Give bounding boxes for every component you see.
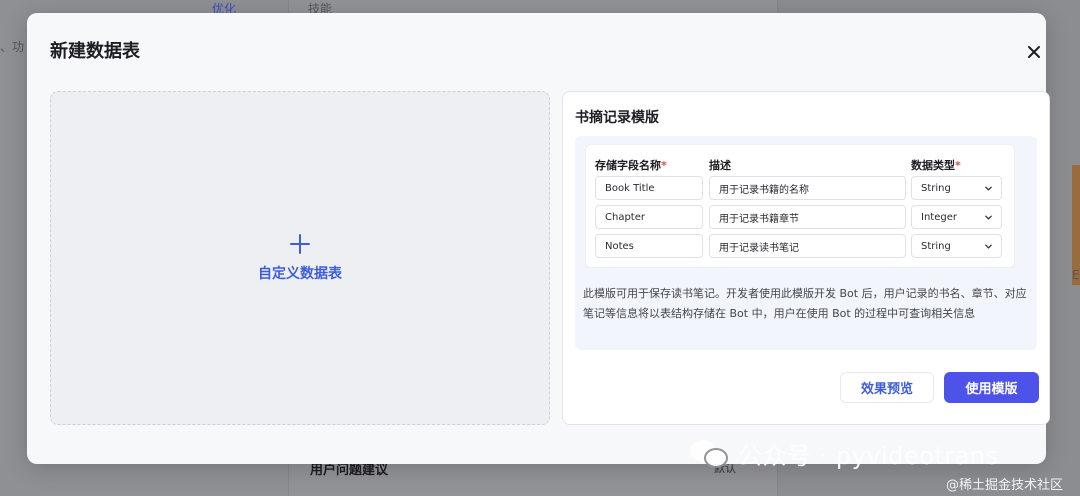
- field-name-input[interactable]: Book Title: [595, 176, 703, 200]
- chevron-down-icon: [984, 184, 993, 193]
- field-description-input[interactable]: 用于记录书籍的名称: [709, 176, 906, 200]
- backdrop-right-fragment: E: [1072, 268, 1080, 282]
- chevron-down-icon: [984, 242, 993, 251]
- column-header-type: 数据类型*: [911, 159, 961, 172]
- field-name-input[interactable]: Chapter: [595, 205, 703, 229]
- modal-title: 新建数据表: [50, 41, 140, 62]
- field-description-input[interactable]: 用于记录书籍章节: [709, 205, 906, 229]
- required-mark: *: [955, 159, 961, 172]
- close-button[interactable]: [1025, 43, 1043, 61]
- use-template-button[interactable]: 使用模版: [944, 372, 1039, 403]
- template-title: 书摘记录模版: [575, 110, 659, 126]
- watermark-sub: @稀土掘金技术社区: [946, 478, 1064, 493]
- field-description-input[interactable]: 用于记录读书笔记: [709, 234, 906, 258]
- column-header-name: 存储字段名称*: [595, 159, 667, 172]
- field-type-select[interactable]: String: [911, 234, 1002, 258]
- watermark: 公众号 · pyvideotrans: [690, 436, 999, 471]
- fields-table: 存储字段名称* 描述 数据类型* Book Title 用于记录书籍的名称 St…: [585, 144, 1015, 268]
- custom-table-label: 自定义数据表: [258, 266, 342, 282]
- close-icon: [1028, 46, 1040, 58]
- backdrop-left-fragment: 、功: [0, 40, 25, 54]
- custom-table-card[interactable]: 自定义数据表: [50, 91, 550, 425]
- template-preview: 存储字段名称* 描述 数据类型* Book Title 用于记录书籍的名称 St…: [575, 136, 1037, 350]
- backdrop-accent-strip: [1072, 165, 1080, 285]
- field-type-select[interactable]: Integer: [911, 205, 1002, 229]
- table-row: Book Title 用于记录书籍的名称 String: [586, 176, 1014, 200]
- template-description: 此模版可用于保存读书笔记。开发者使用此模版开发 Bot 后，用户记录的书名、章节…: [583, 287, 1027, 320]
- template-card: 书摘记录模版 存储字段名称* 描述 数据类型* Book Title 用于记录书…: [562, 91, 1050, 425]
- wechat-icon: [690, 438, 730, 470]
- new-table-modal: 新建数据表 自定义数据表 书摘记录模版 存储字段名称* 描述 数据类型* Boo…: [27, 13, 1050, 464]
- required-mark: *: [661, 159, 667, 172]
- chevron-down-icon: [984, 213, 993, 222]
- plus-icon: [289, 233, 311, 255]
- preview-button[interactable]: 效果预览: [840, 372, 934, 403]
- table-row: Notes 用于记录读书笔记 String: [586, 234, 1014, 258]
- field-name-input[interactable]: Notes: [595, 234, 703, 258]
- column-header-description: 描述: [709, 159, 731, 172]
- watermark-text: 公众号 · pyvideotrans: [738, 442, 999, 470]
- table-row: Chapter 用于记录书籍章节 Integer: [586, 205, 1014, 229]
- field-type-select[interactable]: String: [911, 176, 1002, 200]
